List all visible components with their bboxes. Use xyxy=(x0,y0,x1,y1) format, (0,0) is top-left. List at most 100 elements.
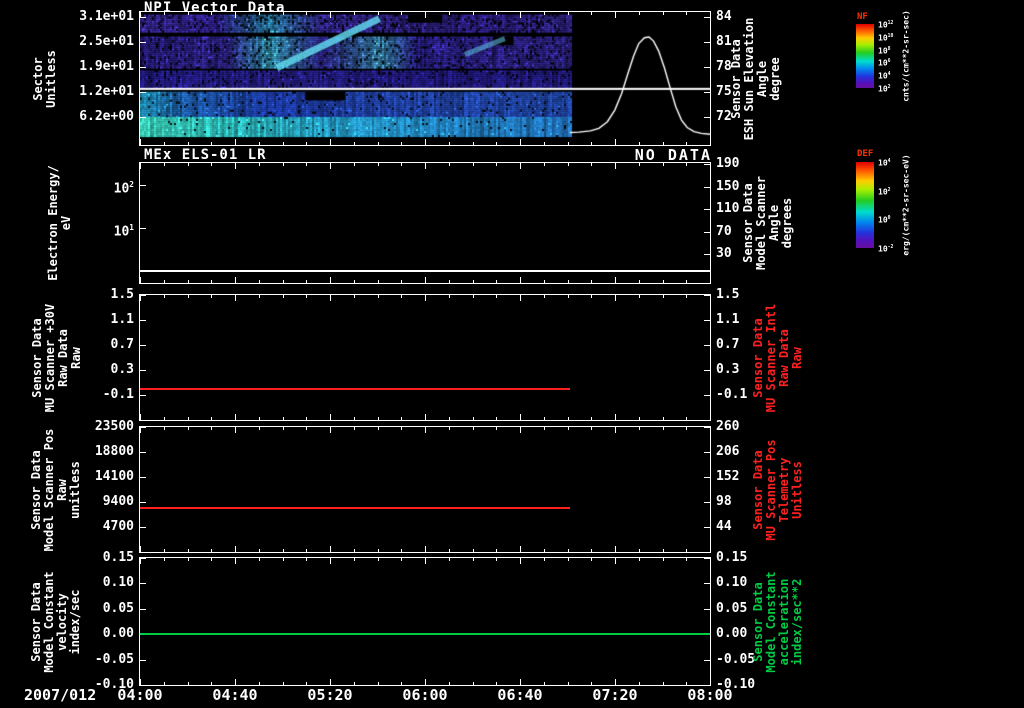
x-tick-mark xyxy=(187,280,189,283)
right-y-tick-label: 0.15 xyxy=(716,550,748,565)
y-tick-label: 101 xyxy=(113,223,134,240)
x-tick-mark xyxy=(258,142,260,145)
x-tick-mark xyxy=(282,427,284,430)
x-tick-mark xyxy=(591,142,593,145)
x-tick-mark xyxy=(472,142,474,145)
y-tick-mark xyxy=(704,67,710,69)
x-tick-mark xyxy=(662,280,664,283)
x-tick-mark xyxy=(472,427,474,430)
x-tick-mark xyxy=(448,549,450,552)
x-tick-mark xyxy=(258,295,260,298)
npi-spectrogram-canvas xyxy=(140,12,710,145)
x-tick-mark xyxy=(187,417,189,420)
y-tick-mark xyxy=(704,452,710,453)
x-tick-mark xyxy=(258,12,260,15)
y-tick-mark xyxy=(704,527,710,528)
x-tick-mark xyxy=(377,142,379,145)
x-tick-mark xyxy=(163,558,165,561)
y-tick-mark xyxy=(704,558,710,559)
x-tick-mark xyxy=(662,295,664,298)
y-tick-mark xyxy=(704,231,710,233)
x-tick-mark xyxy=(496,163,498,166)
x-tick-mark xyxy=(163,295,165,298)
x-tick-mark xyxy=(330,277,331,283)
x-tick-mark xyxy=(353,549,355,552)
x-tick-mark xyxy=(520,295,521,301)
x-tick-mark xyxy=(686,163,688,166)
x-tick-mark xyxy=(496,427,498,430)
y-tick-mark xyxy=(704,395,710,396)
right-axis-title: Sensor Data MU Scanner Intl Raw Data Raw xyxy=(751,303,804,412)
x-tick-mark xyxy=(615,295,616,301)
colorbar-tick-label: 106 xyxy=(878,59,891,69)
x-tick-mark xyxy=(282,163,284,166)
x-tick-mark xyxy=(258,417,260,420)
x-tick-mark xyxy=(187,142,189,145)
x-tick-mark xyxy=(211,12,213,15)
x-tick-mark xyxy=(543,558,545,561)
right-axis-title: Sensor Data MU Scanner Pos Telemetry Unitle… xyxy=(751,438,804,541)
x-tick-mark xyxy=(235,427,236,433)
x-tick-mark xyxy=(448,280,450,283)
x-tick-mark xyxy=(591,549,593,552)
x-tick-mark xyxy=(543,12,545,15)
x-tick-mark xyxy=(306,12,308,15)
x-tick-mark xyxy=(163,280,165,283)
x-tick-mark xyxy=(353,295,355,298)
x-tick-mark xyxy=(330,558,331,564)
x-tick-mark xyxy=(377,549,379,552)
y-axis-title: Sector Unitless xyxy=(31,49,58,108)
x-tick-mark xyxy=(448,417,450,420)
y-tick-mark xyxy=(140,452,146,453)
x-tick-mark xyxy=(211,549,213,552)
x-tick-mark xyxy=(615,163,616,169)
x-tick-mark xyxy=(662,558,664,561)
colorbar-tick-label: 108 xyxy=(878,46,891,56)
x-tick-mark xyxy=(686,549,688,552)
y-axis-title: Sensor Data Model Scanner Pos Raw unitless xyxy=(29,428,82,551)
x-tick-mark xyxy=(448,295,450,298)
x-tick-mark xyxy=(496,280,498,283)
y-tick-mark xyxy=(140,558,146,559)
colorbar-tick-label: 102 xyxy=(878,187,891,197)
x-tick-mark xyxy=(353,417,355,420)
y-tick-mark xyxy=(704,477,710,478)
x-tick-mark xyxy=(330,139,331,145)
x-tick-mark xyxy=(662,427,664,430)
x-tick-mark xyxy=(567,417,569,420)
x-tick-mark xyxy=(638,682,640,685)
x-tick-mark xyxy=(306,163,308,166)
data-line xyxy=(140,270,710,272)
y-tick-label: 0.15 xyxy=(102,550,134,565)
x-tick-mark xyxy=(543,295,545,298)
y-tick-mark xyxy=(704,117,710,119)
x-tick-mark xyxy=(710,139,711,145)
x-tick-mark xyxy=(591,163,593,166)
x-tick-mark xyxy=(353,558,355,561)
x-tick-mark xyxy=(686,280,688,283)
x-tick-mark xyxy=(353,142,355,145)
colorbar-tick-label: 104 xyxy=(878,71,891,81)
colorbar-tick-label: 100 xyxy=(878,215,891,225)
x-tick-mark xyxy=(472,682,474,685)
x-tick-mark xyxy=(591,682,593,685)
panel-title-els: MEx ELS-01 LR xyxy=(144,147,267,163)
x-tick-mark xyxy=(425,163,426,169)
x-tick-mark xyxy=(330,12,331,18)
x-tick-mark xyxy=(638,163,640,166)
x-tick-mark xyxy=(353,427,355,430)
x-tick-mark xyxy=(472,417,474,420)
x-tick-mark xyxy=(211,280,213,283)
x-tick-mark xyxy=(163,549,165,552)
x-tick-mark xyxy=(353,682,355,685)
colorbar-nf xyxy=(856,24,874,88)
x-tick-mark xyxy=(448,142,450,145)
x-tick-mark xyxy=(638,549,640,552)
x-tick-mark xyxy=(258,549,260,552)
no-data-label: NO DATA xyxy=(634,146,712,164)
panel-mu-scanner-raw xyxy=(139,294,711,421)
right-axis-title: Sensor Data Model Constant acceleration ind… xyxy=(751,570,804,673)
x-tick-mark xyxy=(615,546,616,552)
y-tick-mark xyxy=(704,502,710,503)
x-tick-label: 05:20 xyxy=(307,686,353,704)
